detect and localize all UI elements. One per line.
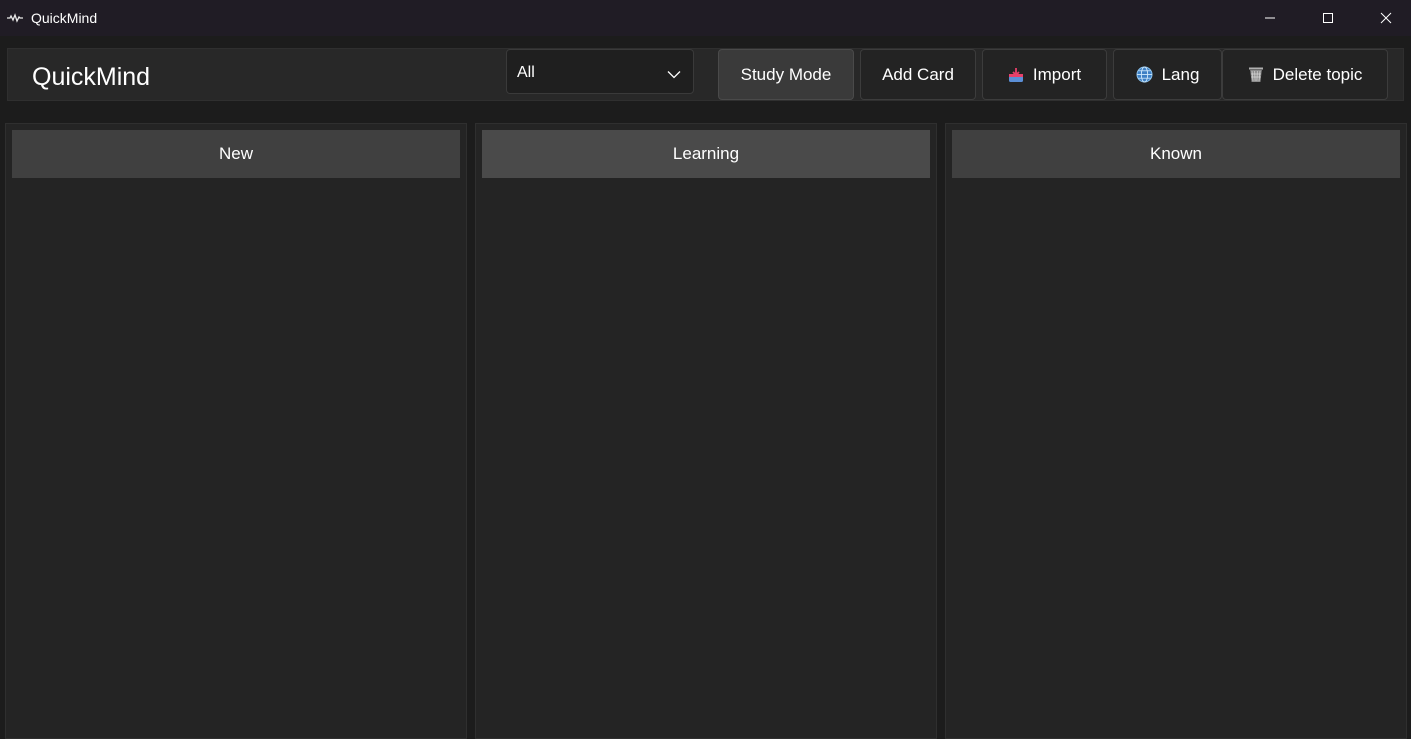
delete-topic-button[interactable]: Delete topic xyxy=(1222,49,1388,100)
card-list-learning xyxy=(482,184,930,732)
maximize-button[interactable] xyxy=(1299,0,1357,36)
close-icon xyxy=(1380,12,1392,24)
lang-button[interactable]: Lang xyxy=(1113,49,1222,100)
column-learning: Learning xyxy=(475,123,937,739)
window-titlebar: QuickMind xyxy=(0,0,1411,36)
card-list-known xyxy=(952,184,1400,732)
add-card-button[interactable]: Add Card xyxy=(860,49,976,100)
toolbar: QuickMind All Study Mode Add Card Import xyxy=(7,48,1404,101)
minimize-icon xyxy=(1264,12,1276,24)
main-content: QuickMind All Study Mode Add Card Import xyxy=(0,36,1411,739)
wastebasket-icon xyxy=(1248,66,1264,83)
minimize-button[interactable] xyxy=(1241,0,1299,36)
window-title: QuickMind xyxy=(31,10,98,26)
app-logo-icon xyxy=(6,11,24,23)
inbox-tray-icon xyxy=(1008,67,1024,83)
column-header-known: Known xyxy=(952,130,1400,178)
study-mode-label: Study Mode xyxy=(740,64,832,84)
column-known: Known xyxy=(945,123,1407,739)
chevron-down-icon xyxy=(667,66,681,84)
add-card-label: Add Card xyxy=(882,64,954,84)
close-button[interactable] xyxy=(1357,0,1411,36)
study-mode-button[interactable]: Study Mode xyxy=(718,49,854,100)
column-new: New xyxy=(5,123,467,739)
delete-topic-label: Delete topic xyxy=(1272,64,1363,84)
column-header-new: New xyxy=(12,130,460,178)
column-header-learning: Learning xyxy=(482,130,930,178)
import-label: Import xyxy=(1032,64,1082,84)
app-name-heading: QuickMind xyxy=(32,63,151,91)
lang-label: Lang xyxy=(1161,64,1200,84)
maximize-icon xyxy=(1322,12,1334,24)
card-list-new xyxy=(12,184,460,732)
import-button[interactable]: Import xyxy=(982,49,1107,100)
topic-filter-dropdown[interactable]: All xyxy=(506,49,694,94)
topic-filter-value: All xyxy=(517,64,535,81)
globe-icon xyxy=(1136,66,1153,83)
